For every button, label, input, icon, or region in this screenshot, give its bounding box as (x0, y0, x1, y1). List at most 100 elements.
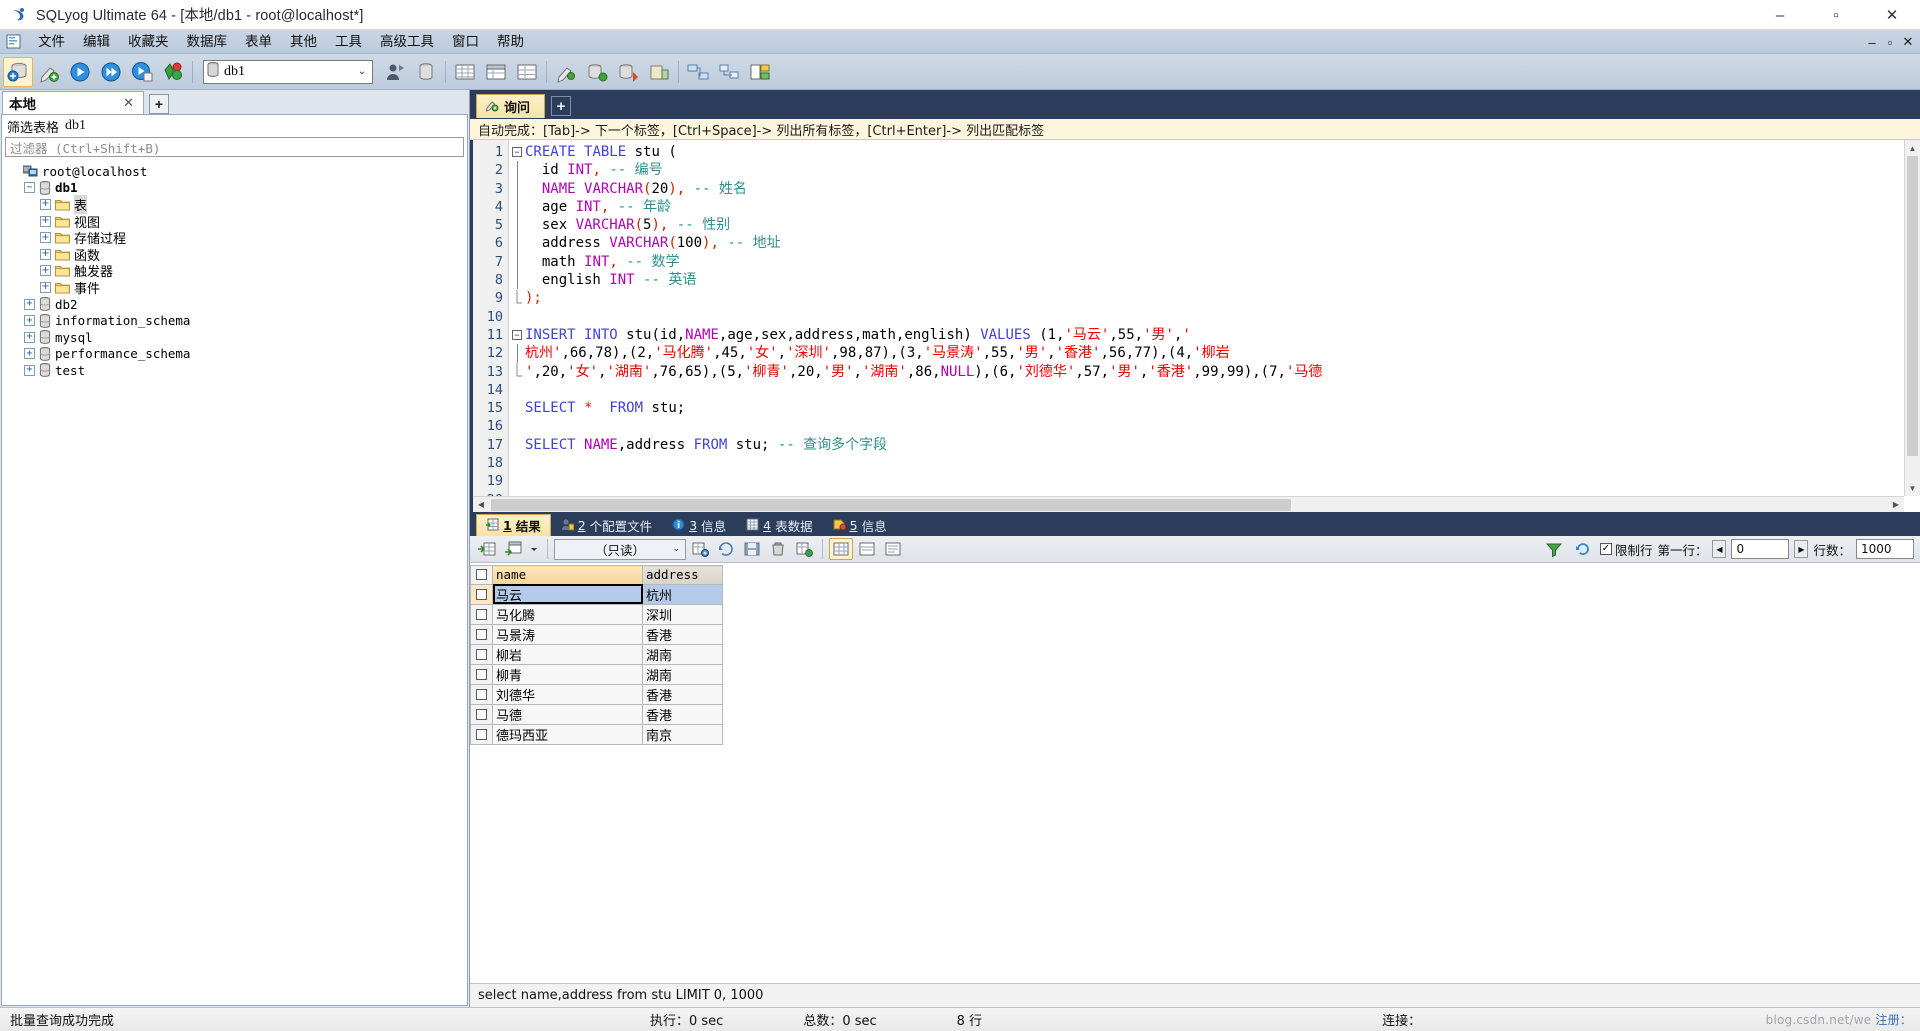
expand-icon[interactable]: + (24, 364, 35, 376)
collapse-icon[interactable]: − (24, 182, 35, 194)
expand-icon[interactable]: + (40, 215, 51, 227)
rows-count-input[interactable]: 1000 (1856, 539, 1914, 559)
result-grid-area[interactable]: name address 马云 杭州 马化腾 深圳 马景涛 香港 柳岩 湖南 柳青 湖南 刘德华 香港… (470, 563, 1920, 983)
close-icon[interactable]: ✕ (120, 96, 137, 111)
menu-help[interactable]: 帮助 (488, 31, 533, 53)
code-line[interactable]: SELECT * FROM stu; (525, 399, 1920, 417)
maximize-button[interactable]: ▫ (1808, 0, 1864, 30)
tree-item-information_schema[interactable]: + information_schema (2, 312, 467, 329)
menu-advanced-tools[interactable]: 高级工具 (371, 31, 443, 53)
sql-code-area[interactable]: CREATE TABLE stu ( id INT, -- 编号 NAME VA… (525, 140, 1920, 512)
row-select-cell[interactable] (470, 663, 493, 685)
cell-name[interactable]: 马云 (492, 583, 643, 605)
code-line[interactable]: 杭州',66,78),(2,'马化腾',45,'女','深圳',98,87),(… (525, 344, 1920, 362)
editor-horizontal-scrollbar[interactable]: ◀ ▶ (473, 496, 1904, 512)
result-tab-4[interactable]: 4 表数据 (736, 514, 822, 536)
expand-icon[interactable]: + (40, 281, 51, 293)
expand-icon[interactable]: + (40, 248, 51, 260)
select-all-cell[interactable] (470, 565, 493, 585)
cell-address[interactable]: 香港 (642, 683, 723, 705)
export-grid-icon[interactable] (792, 538, 816, 560)
table-diagnostics-icon[interactable] (450, 57, 480, 87)
mdi-restore-button[interactable]: ▫ (1882, 35, 1898, 50)
dropdown-arrow-icon[interactable] (527, 538, 541, 560)
expand-icon[interactable]: + (24, 298, 35, 310)
filter-input[interactable]: 过滤器 (Ctrl+Shift+B) (5, 137, 464, 157)
fold-toggle-icon[interactable]: − (509, 143, 525, 161)
code-line[interactable]: SELECT NAME,address FROM stu; -- 查询多个字段 (525, 436, 1920, 454)
code-line[interactable] (525, 472, 1920, 490)
menu-tools[interactable]: 工具 (326, 31, 371, 53)
code-line[interactable]: CREATE TABLE stu ( (525, 143, 1920, 161)
execute-query-icon[interactable] (65, 57, 95, 87)
prev-page-button[interactable]: ◀ (1712, 540, 1727, 558)
table-row[interactable]: 刘德华 香港 (470, 683, 723, 705)
code-line[interactable]: id INT, -- 编号 (525, 161, 1920, 179)
menu-form[interactable]: 表单 (236, 31, 281, 53)
insert-row-icon[interactable] (475, 538, 499, 560)
row-select-cell[interactable] (470, 583, 493, 605)
table-row[interactable]: 马景涛 香港 (470, 623, 723, 645)
scroll-left-icon[interactable]: ◀ (473, 497, 489, 513)
code-line[interactable]: ); (525, 289, 1920, 307)
checkbox-icon[interactable] (476, 569, 487, 581)
checkbox-icon[interactable] (476, 668, 487, 680)
tree-item-表[interactable]: + 表 (2, 194, 467, 214)
copy-database-icon[interactable] (481, 57, 511, 87)
checkbox-icon[interactable] (476, 688, 487, 700)
code-line[interactable]: NAME VARCHAR(20), -- 姓名 (525, 180, 1920, 198)
column-header-address[interactable]: address (642, 565, 723, 585)
checkbox-icon[interactable] (476, 648, 487, 660)
query-tab-active[interactable]: 询问 (476, 94, 546, 118)
cell-address[interactable]: 香港 (642, 623, 723, 645)
expand-icon[interactable]: + (24, 315, 35, 327)
stop-query-icon[interactable] (158, 57, 188, 87)
editor-vertical-scrollbar[interactable]: ▲ ▼ (1904, 140, 1920, 496)
code-line[interactable] (525, 417, 1920, 435)
code-line[interactable]: ',20,'女','湖南',76,65),(5,'柳青',20,'男','湖南'… (525, 363, 1920, 381)
menu-other[interactable]: 其他 (281, 31, 326, 53)
checkbox-icon[interactable]: ✓ (1599, 543, 1612, 555)
restore-icon[interactable] (582, 57, 612, 87)
result-tab-1[interactable]: 1 结果 (476, 514, 551, 536)
refresh-icon[interactable] (688, 538, 712, 560)
chevron-down-icon[interactable]: ⌄ (352, 66, 372, 77)
limit-rows-checkbox[interactable]: ✓ 限制行 (1599, 540, 1652, 559)
row-select-cell[interactable] (470, 703, 493, 725)
tree-item-事件[interactable]: + 事件 (2, 279, 467, 297)
result-grid[interactable]: name address 马云 杭州 马化腾 深圳 马景涛 香港 柳岩 湖南 柳青 湖南 刘德华 香港… (470, 565, 723, 745)
add-query-tab-button[interactable]: + (551, 96, 572, 116)
db-sync-icon[interactable] (411, 57, 441, 87)
tree-item-触发器[interactable]: + 触发器 (2, 263, 467, 280)
cell-name[interactable]: 德玛西亚 (492, 723, 643, 745)
cell-address[interactable]: 湖南 (642, 663, 723, 685)
cell-name[interactable]: 柳青 (492, 663, 643, 685)
save-icon[interactable] (740, 538, 764, 560)
expand-icon[interactable]: + (24, 348, 35, 360)
form-view-icon[interactable] (855, 538, 879, 560)
menu-database[interactable]: 数据库 (178, 31, 237, 53)
execute-current-icon[interactable] (127, 57, 157, 87)
cell-address[interactable]: 杭州 (642, 583, 723, 605)
table-row[interactable]: 德玛西亚 南京 (470, 723, 723, 745)
tree-item-db2[interactable]: + db2 (2, 296, 467, 313)
menu-favorites[interactable]: 收藏夹 (119, 31, 178, 53)
table-row[interactable]: 马德 香港 (470, 703, 723, 725)
table-row[interactable]: 马化腾 深圳 (470, 603, 723, 625)
checkbox-icon[interactable] (476, 628, 487, 640)
result-tab-3[interactable]: 3 信息 (662, 514, 736, 536)
first-row-input[interactable]: 0 (1731, 539, 1790, 559)
code-line[interactable]: age INT, -- 年龄 (525, 198, 1920, 216)
code-line[interactable]: address VARCHAR(100), -- 地址 (525, 234, 1920, 252)
execute-all-icon[interactable] (96, 57, 126, 87)
copy-icon[interactable] (714, 538, 738, 560)
expand-icon[interactable]: + (40, 232, 51, 244)
cell-name[interactable]: 马化腾 (492, 603, 643, 625)
row-select-cell[interactable] (470, 643, 493, 665)
grid-view-icon[interactable] (512, 57, 542, 87)
close-button[interactable]: ✕ (1864, 0, 1920, 30)
import-icon[interactable] (613, 57, 643, 87)
result-tab-5[interactable]: 5 信息 (823, 514, 897, 536)
cell-name[interactable]: 柳岩 (492, 643, 643, 665)
text-view-icon[interactable] (881, 538, 905, 560)
